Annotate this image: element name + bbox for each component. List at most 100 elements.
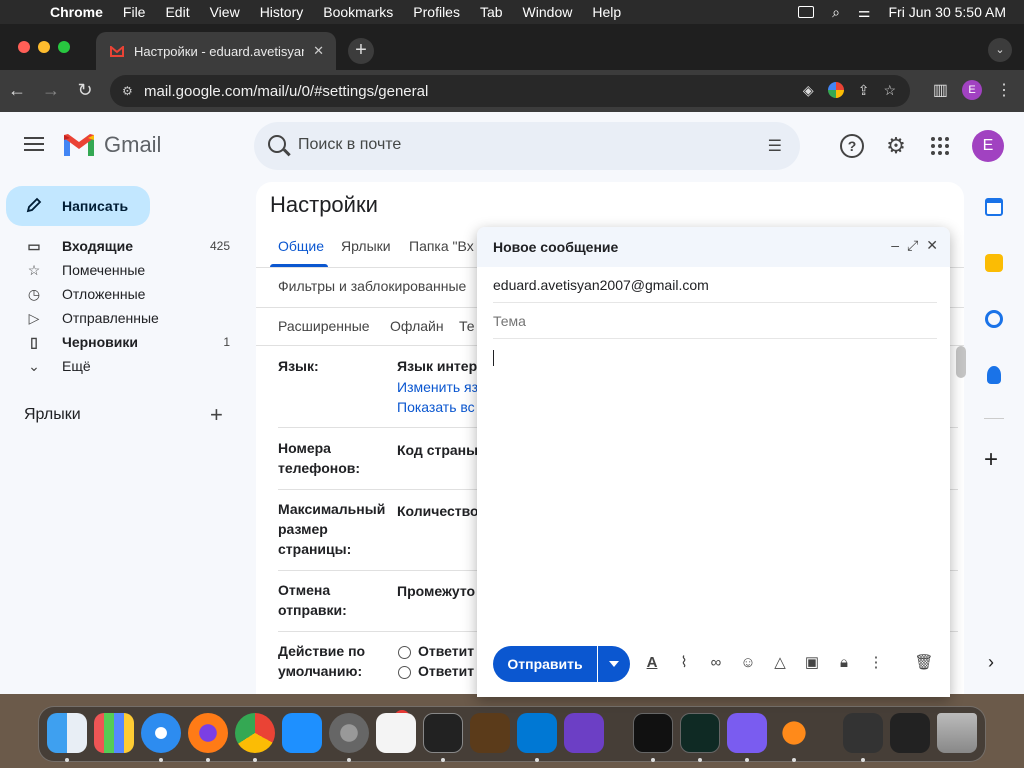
garageband-dock-icon[interactable] xyxy=(470,713,510,753)
tab-search-icon[interactable]: ⌄ xyxy=(988,38,1012,62)
app-store-dock-icon[interactable] xyxy=(282,713,322,753)
finder-dock-icon[interactable] xyxy=(47,713,87,753)
tab-labels[interactable]: Ярлыки xyxy=(341,238,391,254)
textedit-dock-icon[interactable] xyxy=(376,713,416,753)
address-bar[interactable]: ⚙ mail.google.com/mail/u/0/#settings/gen… xyxy=(110,75,910,107)
search-icon[interactable] xyxy=(268,135,286,153)
potion-app-dock-icon[interactable] xyxy=(774,713,814,753)
sidebar-item-more[interactable]: ⌄ Ещё xyxy=(0,354,250,378)
menu-history[interactable]: History xyxy=(260,4,304,20)
tab-general[interactable]: Общие xyxy=(278,238,324,254)
menu-app-chrome[interactable]: Chrome xyxy=(50,4,103,20)
keep-icon[interactable] xyxy=(985,254,1003,272)
menu-tab[interactable]: Tab xyxy=(480,4,503,20)
attach-icon[interactable]: ⌇ xyxy=(674,653,694,673)
tab-inbox[interactable]: Папка "Вх xyxy=(409,238,474,254)
control-center-icon[interactable]: ⚌ xyxy=(858,4,871,21)
compose-header[interactable]: Новое сообщение – ⤢ ✕ xyxy=(477,227,950,267)
sidebar-item-sent[interactable]: ▷ Отправленные xyxy=(0,306,250,330)
activity-monitor-dock-icon[interactable] xyxy=(680,713,720,753)
menu-file[interactable]: File xyxy=(123,4,146,20)
chevron-right-icon[interactable]: › xyxy=(988,652,994,673)
minimize-icon[interactable]: – xyxy=(891,237,899,254)
chrome-dock-icon[interactable] xyxy=(235,713,275,753)
drive-icon[interactable]: △ xyxy=(770,653,790,673)
screenshot-dock-icon[interactable] xyxy=(890,713,930,753)
system-settings-dock-icon[interactable] xyxy=(329,713,369,753)
reply-all-radio[interactable] xyxy=(398,666,411,679)
sidebar-item-starred[interactable]: ☆ Помеченные xyxy=(0,258,250,282)
send-button[interactable]: Отправить xyxy=(493,646,597,682)
vscode-dock-icon[interactable] xyxy=(517,713,557,753)
new-tab-icon[interactable]: + xyxy=(348,38,374,64)
chrome-menu-icon[interactable]: ⋮ xyxy=(996,80,1012,100)
insert-photo-icon[interactable]: ▣ xyxy=(802,653,822,673)
show-all-languages-link[interactable]: Показать вс xyxy=(397,399,475,415)
firefox-dock-icon[interactable] xyxy=(188,713,228,753)
google-lens-icon[interactable] xyxy=(827,82,844,98)
google-apps-icon[interactable] xyxy=(928,134,952,158)
formatting-icon[interactable]: A xyxy=(642,653,662,673)
tab-close-icon[interactable]: ✕ xyxy=(313,43,324,59)
sidebar-item-snoozed[interactable]: ◷ Отложенные xyxy=(0,282,250,306)
window-zoom-icon[interactable] xyxy=(58,41,70,53)
window-close-icon[interactable] xyxy=(18,41,30,53)
body-text-cursor[interactable] xyxy=(493,350,494,366)
search-options-icon[interactable]: ☰ xyxy=(768,136,782,156)
side-panel-icon[interactable]: ▥ xyxy=(933,80,948,100)
menu-profiles[interactable]: Profiles xyxy=(413,4,460,20)
site-info-icon[interactable]: ⚙ xyxy=(122,84,133,98)
extension-icon[interactable]: ◈ xyxy=(803,82,814,99)
confidential-lock-icon[interactable]: 🔒︎ xyxy=(834,653,854,673)
tab-offline[interactable]: Офлайн xyxy=(390,318,444,334)
chrome-profile-avatar[interactable]: E xyxy=(962,80,982,100)
menu-edit[interactable]: Edit xyxy=(165,4,189,20)
browser-tab-active[interactable]: Настройки - eduard.avetisyan ✕ xyxy=(96,32,336,70)
settings-scrollbar-thumb[interactable] xyxy=(956,346,966,378)
change-language-link[interactable]: Изменить яз xyxy=(397,379,478,395)
mail-search-bar[interactable]: Поиск в почте ☰ xyxy=(254,122,800,170)
account-avatar[interactable]: E xyxy=(972,130,1004,162)
visual-studio-dock-icon[interactable] xyxy=(564,713,604,753)
main-menu-icon[interactable] xyxy=(24,137,44,151)
menu-help[interactable]: Help xyxy=(592,4,621,20)
tab-themes[interactable]: Те xyxy=(459,318,475,334)
expand-icon[interactable]: ⤢ xyxy=(907,237,918,254)
close-icon[interactable]: ✕ xyxy=(926,237,938,254)
gmail-logo-icon[interactable] xyxy=(62,132,96,158)
settings-gear-icon[interactable]: ⚙ xyxy=(884,134,908,158)
reload-icon[interactable]: ↻ xyxy=(74,79,96,101)
screen-mirroring-icon[interactable] xyxy=(798,6,815,18)
app-dock-icon[interactable] xyxy=(727,713,767,753)
menu-window[interactable]: Window xyxy=(523,4,573,20)
launchpad-dock-icon[interactable] xyxy=(94,713,134,753)
add-label-icon[interactable]: + xyxy=(210,402,223,428)
menubar-clock[interactable]: Fri Jun 30 5:50 AM xyxy=(888,4,1006,20)
recent-app-dock-icon[interactable] xyxy=(843,713,883,753)
recipient-field[interactable]: eduard.avetisyan2007@gmail.com xyxy=(493,277,709,293)
tab-advanced[interactable]: Расширенные xyxy=(278,318,370,334)
window-minimize-icon[interactable] xyxy=(38,41,50,53)
terminal-dock-icon[interactable] xyxy=(423,713,463,753)
menu-bookmarks[interactable]: Bookmarks xyxy=(323,4,393,20)
link-icon[interactable]: ∞ xyxy=(706,653,726,673)
contacts-icon[interactable] xyxy=(987,366,1001,384)
trash-dock-icon[interactable] xyxy=(937,713,977,753)
calendar-icon[interactable] xyxy=(985,198,1003,216)
trash-icon[interactable]: 🗑︎ xyxy=(914,653,934,673)
forward-icon[interactable]: → xyxy=(40,79,62,101)
tab-filters[interactable]: Фильтры и заблокированные xyxy=(278,278,466,294)
spotlight-search-icon[interactable]: ⌕ xyxy=(832,4,840,21)
compose-button[interactable]: Написать xyxy=(6,186,150,226)
sidebar-item-inbox[interactable]: ▭ Входящие 425 xyxy=(0,234,250,258)
piano-app-dock-icon[interactable] xyxy=(633,713,673,753)
subject-input[interactable] xyxy=(493,313,933,329)
get-addons-icon[interactable]: + xyxy=(984,446,998,474)
schedule-send-dropdown-icon[interactable] xyxy=(598,646,630,682)
back-icon[interactable]: ← xyxy=(6,79,28,101)
help-icon[interactable]: ? xyxy=(840,134,864,158)
bookmark-star-icon[interactable]: ☆ xyxy=(883,82,896,99)
share-icon[interactable]: ⇪ xyxy=(858,82,870,99)
more-options-icon[interactable]: ⋮ xyxy=(866,653,886,673)
tasks-icon[interactable] xyxy=(985,310,1003,328)
